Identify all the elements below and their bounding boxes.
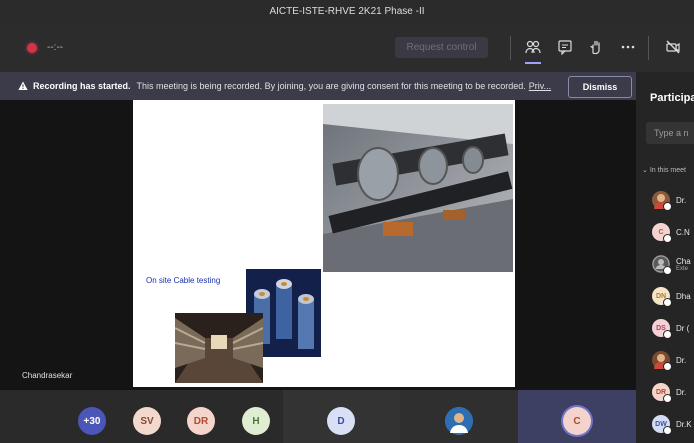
presence-status-icon — [663, 202, 672, 211]
underground-cable-tunnel-photo — [175, 313, 263, 383]
privacy-link[interactable]: Priv... — [529, 81, 551, 91]
camera-off-icon[interactable] — [662, 36, 684, 58]
participant-avatar: C — [652, 223, 672, 243]
participant-row[interactable]: DS Dr ( — [652, 318, 690, 339]
participant-photo-avatar — [652, 191, 672, 211]
participant-row[interactable]: Cha Exte — [652, 254, 691, 275]
presence-status-icon — [663, 362, 672, 371]
participant-avatar[interactable]: SV — [133, 407, 161, 435]
banner-message: This meeting is being recorded. By joini… — [136, 81, 526, 91]
participant-search-input[interactable]: Type a n — [646, 122, 694, 144]
participant-avatar: DS — [652, 319, 672, 339]
toolbar-divider — [510, 36, 511, 60]
chat-icon[interactable] — [554, 36, 576, 58]
participants-title: Participa — [650, 92, 694, 104]
participants-panel: Participa Type a n ⌄ In this meet Dr. C C.… — [636, 72, 694, 443]
presence-status-icon — [663, 330, 672, 339]
participant-name: Dr. — [676, 195, 687, 205]
meeting-timer: --:-- — [47, 42, 64, 53]
window-title: AICTE-ISTE-RHVE 2K21 Phase -II — [269, 5, 425, 17]
participant-subtitle: Exte — [676, 265, 689, 272]
toolbar-divider — [648, 36, 649, 60]
participant-avatar[interactable]: DR — [187, 407, 215, 435]
recording-banner: Recording has started. This meeting is b… — [0, 72, 636, 100]
participant-name: Cha Exte — [676, 256, 691, 272]
presence-status-icon — [663, 234, 672, 243]
presenter-name: Chandrasekar — [22, 371, 73, 380]
request-control-button[interactable]: Request control — [395, 37, 488, 58]
participant-row[interactable]: C C.N — [652, 222, 690, 243]
generic-user-icon — [652, 255, 672, 275]
participant-row[interactable]: Dr. — [652, 350, 687, 371]
tile-avatar: C — [563, 407, 591, 435]
banner-title: Recording has started. — [33, 81, 131, 91]
overflow-participants-badge[interactable]: +30 — [78, 407, 106, 435]
participant-row[interactable]: DN Dha — [652, 286, 691, 307]
participant-name: Dr. — [676, 355, 687, 365]
presence-status-icon — [663, 394, 672, 403]
participant-name: Dr. — [676, 387, 687, 397]
participant-avatar: DN — [652, 287, 672, 307]
section-label: In this meet — [649, 167, 686, 174]
participant-photo-avatar — [652, 351, 672, 371]
participant-row[interactable]: Dr. — [652, 190, 687, 211]
active-tab-indicator — [525, 62, 541, 64]
dismiss-button[interactable]: Dismiss — [568, 76, 632, 98]
recording-indicator-icon — [27, 43, 37, 53]
participant-name: Dr ( — [676, 323, 690, 333]
participant-avatar: DW — [652, 415, 672, 435]
participant-row[interactable]: DW Dr.K — [652, 414, 692, 435]
window-title-bar: AICTE-ISTE-RHVE 2K21 Phase -II — [0, 0, 694, 22]
cable-tunnel-photo — [323, 104, 513, 272]
raise-hand-icon[interactable] — [585, 36, 607, 58]
more-icon[interactable] — [617, 36, 639, 58]
participant-avatar: DR — [652, 383, 672, 403]
presence-status-icon — [663, 266, 672, 275]
participant-row[interactable]: DR Dr. — [652, 382, 687, 403]
participant-name: Dr.K — [676, 419, 692, 429]
people-icon[interactable] — [522, 36, 544, 58]
presence-status-icon — [663, 426, 672, 435]
in-meeting-section-header[interactable]: ⌄ In this meet — [642, 166, 686, 174]
participant-avatar[interactable]: H — [242, 407, 270, 435]
warning-icon — [18, 81, 28, 90]
tile-avatar — [445, 407, 473, 435]
participant-name: C.N — [676, 227, 690, 237]
slide-caption: On site Cable testing — [146, 276, 221, 285]
meeting-toolbar: --:-- Request control — [0, 22, 694, 72]
participant-name: Dha — [676, 291, 691, 301]
tile-avatar: D — [327, 407, 355, 435]
presence-status-icon — [663, 298, 672, 307]
